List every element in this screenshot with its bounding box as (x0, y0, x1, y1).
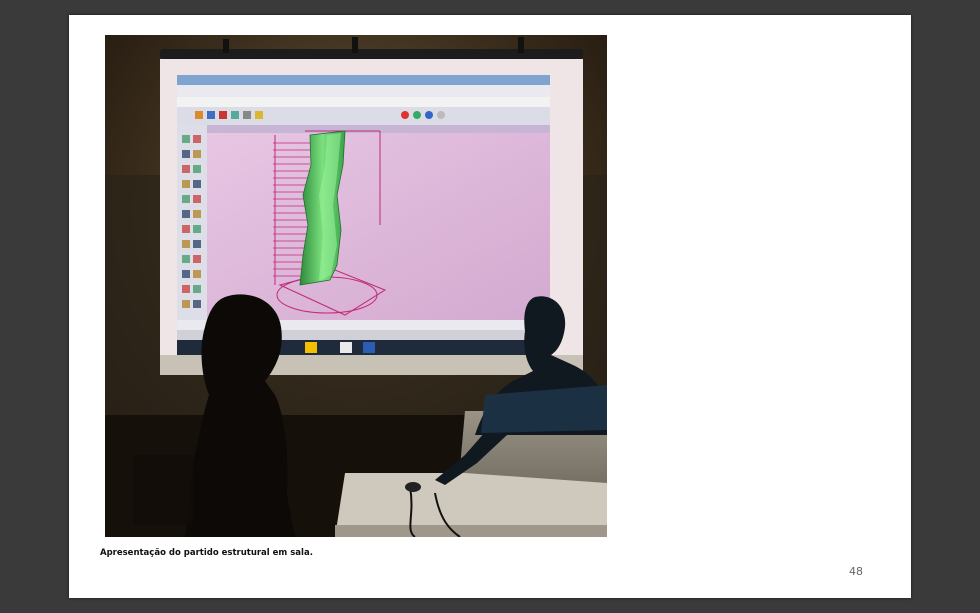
taskbar-app-1 (305, 342, 317, 353)
taskbar-app-2 (340, 342, 352, 353)
perspective-viewport (207, 133, 550, 320)
window-left-toolbox (177, 125, 207, 320)
document-page: Apresentação do partido estrutural em sa… (69, 15, 911, 598)
viewport-label-bar (207, 125, 550, 133)
screen-mount-mid (352, 37, 358, 53)
window-menubar (177, 85, 550, 97)
chair-shadow (133, 455, 193, 525)
page-number: 48 (849, 565, 863, 578)
screen-mount-right (518, 37, 524, 53)
photo-illustration (105, 35, 607, 537)
taskbar-app-3 (363, 342, 375, 353)
mouse (405, 482, 421, 492)
presentation-photo (105, 35, 607, 537)
window-commandline (177, 97, 550, 107)
figure-caption: Apresentação do partido estrutural em sa… (100, 548, 313, 558)
desk-edge (335, 525, 607, 537)
screen-mount-left (223, 39, 229, 53)
window-titlebar (177, 75, 550, 85)
